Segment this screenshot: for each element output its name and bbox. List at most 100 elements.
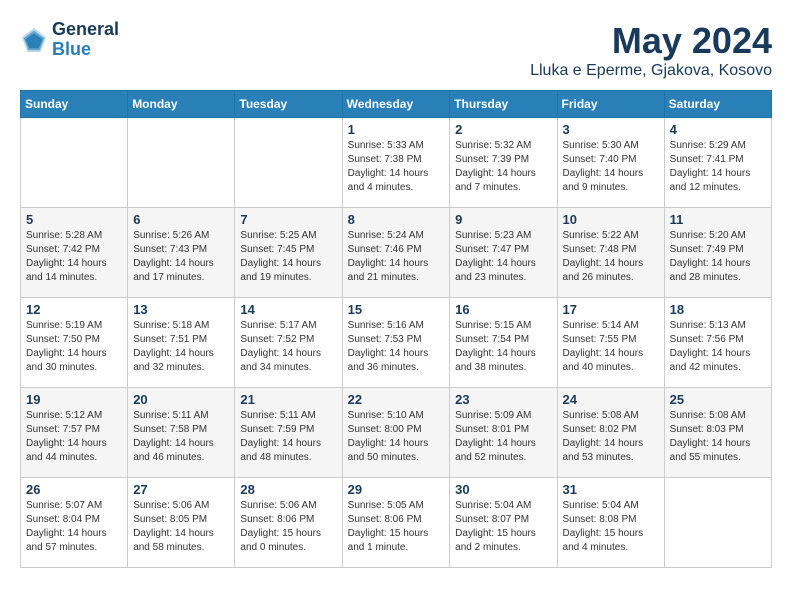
day-info: Sunrise: 5:13 AMSunset: 7:56 PMDaylight:…	[670, 319, 766, 375]
table-row: 1Sunrise: 5:33 AMSunset: 7:38 PMDaylight…	[342, 118, 450, 208]
day-info: Sunrise: 5:09 AMSunset: 8:01 PMDaylight:…	[455, 409, 551, 465]
header-tuesday: Tuesday	[235, 91, 342, 118]
calendar-week-row: 26 Sunrise: 5:07 AMSunset: 8:04 PMDayligh…	[21, 478, 772, 568]
day-info: Sunrise: 5:18 AMSunset: 7:51 PMDaylight:…	[133, 319, 229, 375]
calendar-week-row: 12 Sunrise: 5:19 AMSunset: 7:50 PMDayligh…	[21, 298, 772, 388]
table-row	[664, 478, 771, 568]
table-row: 28Sunrise: 5:06 AMSunset: 8:06 PMDayligh…	[235, 478, 342, 568]
day-number: 4	[670, 122, 766, 137]
day-info: Sunrise: 5:23 AMSunset: 7:47 PMDaylight:…	[455, 229, 551, 285]
day-info: Sunrise: 5:07 AMSunset: 8:04 PMDaylight:…	[26, 499, 122, 555]
day-number: 24	[563, 392, 659, 407]
table-row: 19 Sunrise: 5:12 AMSunset: 7:57 PMDayligh…	[21, 388, 128, 478]
day-number: 18	[670, 302, 766, 317]
day-number: 23	[455, 392, 551, 407]
header-thursday: Thursday	[450, 91, 557, 118]
day-info: Sunrise: 5:28 AMSunset: 7:42 PMDaylight:…	[26, 229, 122, 285]
table-row: 17Sunrise: 5:14 AMSunset: 7:55 PMDayligh…	[557, 298, 664, 388]
table-row: 29 Sunrise: 5:05 AMSunset: 8:06 PMDayligh…	[342, 478, 450, 568]
table-row: 24 Sunrise: 5:08 AMSunset: 8:02 PMDayligh…	[557, 388, 664, 478]
day-info: Sunrise: 5:16 AMSunset: 7:53 PMDaylight:…	[348, 319, 445, 375]
day-info: Sunrise: 5:04 AMSunset: 8:07 PMDaylight:…	[455, 499, 551, 555]
day-number: 29	[348, 482, 445, 497]
table-row: 31 Sunrise: 5:04 AMSunset: 8:08 PMDayligh…	[557, 478, 664, 568]
day-number: 8	[348, 212, 445, 227]
table-row: 22 Sunrise: 5:10 AMSunset: 8:00 PMDayligh…	[342, 388, 450, 478]
header-wednesday: Wednesday	[342, 91, 450, 118]
table-row: 18 Sunrise: 5:13 AMSunset: 7:56 PMDayligh…	[664, 298, 771, 388]
title-block: May 2024 Lluka e Eperme, Gjakova, Kosovo	[530, 20, 772, 80]
table-row: 7 Sunrise: 5:25 AMSunset: 7:45 PMDaylight…	[235, 208, 342, 298]
day-info: Sunrise: 5:08 AMSunset: 8:02 PMDaylight:…	[563, 409, 659, 465]
day-info: Sunrise: 5:30 AMSunset: 7:40 PMDaylight:…	[563, 139, 659, 195]
day-number: 11	[670, 212, 766, 227]
table-row	[21, 118, 128, 208]
day-info: Sunrise: 5:10 AMSunset: 8:00 PMDaylight:…	[348, 409, 445, 465]
day-info: Sunrise: 5:12 AMSunset: 7:57 PMDaylight:…	[26, 409, 122, 465]
day-number: 5	[26, 212, 122, 227]
day-number: 7	[240, 212, 336, 227]
table-row: 15 Sunrise: 5:16 AMSunset: 7:53 PMDayligh…	[342, 298, 450, 388]
table-row: 27 Sunrise: 5:06 AMSunset: 8:05 PMDayligh…	[128, 478, 235, 568]
table-row: 6Sunrise: 5:26 AMSunset: 7:43 PMDaylight…	[128, 208, 235, 298]
table-row: 4 Sunrise: 5:29 AMSunset: 7:41 PMDaylight…	[664, 118, 771, 208]
logo-icon	[20, 26, 48, 54]
table-row	[128, 118, 235, 208]
table-row: 30Sunrise: 5:04 AMSunset: 8:07 PMDayligh…	[450, 478, 557, 568]
day-number: 19	[26, 392, 122, 407]
table-row: 3Sunrise: 5:30 AMSunset: 7:40 PMDaylight…	[557, 118, 664, 208]
day-info: Sunrise: 5:24 AMSunset: 7:46 PMDaylight:…	[348, 229, 445, 285]
table-row: 5 Sunrise: 5:28 AMSunset: 7:42 PMDaylight…	[21, 208, 128, 298]
table-row: 13Sunrise: 5:18 AMSunset: 7:51 PMDayligh…	[128, 298, 235, 388]
day-number: 31	[563, 482, 659, 497]
day-number: 21	[240, 392, 336, 407]
day-info: Sunrise: 5:22 AMSunset: 7:48 PMDaylight:…	[563, 229, 659, 285]
day-number: 6	[133, 212, 229, 227]
day-info: Sunrise: 5:33 AMSunset: 7:38 PMDaylight:…	[348, 139, 445, 195]
table-row: 16Sunrise: 5:15 AMSunset: 7:54 PMDayligh…	[450, 298, 557, 388]
calendar-week-row: 19 Sunrise: 5:12 AMSunset: 7:57 PMDayligh…	[21, 388, 772, 478]
table-row: 9 Sunrise: 5:23 AMSunset: 7:47 PMDaylight…	[450, 208, 557, 298]
day-number: 26	[26, 482, 122, 497]
day-number: 16	[455, 302, 551, 317]
day-info: Sunrise: 5:11 AMSunset: 7:59 PMDaylight:…	[240, 409, 336, 465]
day-info: Sunrise: 5:05 AMSunset: 8:06 PMDaylight:…	[348, 499, 445, 555]
logo-text: General Blue	[52, 20, 119, 60]
calendar-week-row: 5 Sunrise: 5:28 AMSunset: 7:42 PMDaylight…	[21, 208, 772, 298]
table-row: 26 Sunrise: 5:07 AMSunset: 8:04 PMDayligh…	[21, 478, 128, 568]
header-monday: Monday	[128, 91, 235, 118]
day-number: 27	[133, 482, 229, 497]
day-info: Sunrise: 5:25 AMSunset: 7:45 PMDaylight:…	[240, 229, 336, 285]
table-row: 20 Sunrise: 5:11 AMSunset: 7:58 PMDayligh…	[128, 388, 235, 478]
day-number: 14	[240, 302, 336, 317]
location-title: Lluka e Eperme, Gjakova, Kosovo	[530, 62, 772, 80]
calendar-week-row: 1Sunrise: 5:33 AMSunset: 7:38 PMDaylight…	[21, 118, 772, 208]
day-info: Sunrise: 5:11 AMSunset: 7:58 PMDaylight:…	[133, 409, 229, 465]
day-number: 9	[455, 212, 551, 227]
day-info: Sunrise: 5:04 AMSunset: 8:08 PMDaylight:…	[563, 499, 659, 555]
table-row: 12 Sunrise: 5:19 AMSunset: 7:50 PMDayligh…	[21, 298, 128, 388]
calendar: Sunday Monday Tuesday Wednesday Thursday…	[20, 90, 772, 568]
table-row: 21 Sunrise: 5:11 AMSunset: 7:59 PMDayligh…	[235, 388, 342, 478]
day-info: Sunrise: 5:19 AMSunset: 7:50 PMDaylight:…	[26, 319, 122, 375]
header-friday: Friday	[557, 91, 664, 118]
day-number: 20	[133, 392, 229, 407]
day-info: Sunrise: 5:08 AMSunset: 8:03 PMDaylight:…	[670, 409, 766, 465]
logo: General Blue	[20, 20, 119, 60]
logo-line1: General	[52, 20, 119, 40]
table-row	[235, 118, 342, 208]
logo-line2: Blue	[52, 40, 119, 60]
day-info: Sunrise: 5:06 AMSunset: 8:05 PMDaylight:…	[133, 499, 229, 555]
header-saturday: Saturday	[664, 91, 771, 118]
table-row: 25 Sunrise: 5:08 AMSunset: 8:03 PMDayligh…	[664, 388, 771, 478]
day-info: Sunrise: 5:29 AMSunset: 7:41 PMDaylight:…	[670, 139, 766, 195]
calendar-header-row: Sunday Monday Tuesday Wednesday Thursday…	[21, 91, 772, 118]
table-row: 2Sunrise: 5:32 AMSunset: 7:39 PMDaylight…	[450, 118, 557, 208]
day-number: 15	[348, 302, 445, 317]
day-number: 25	[670, 392, 766, 407]
table-row: 10Sunrise: 5:22 AMSunset: 7:48 PMDayligh…	[557, 208, 664, 298]
day-number: 22	[348, 392, 445, 407]
day-number: 28	[240, 482, 336, 497]
day-number: 12	[26, 302, 122, 317]
table-row: 8 Sunrise: 5:24 AMSunset: 7:46 PMDaylight…	[342, 208, 450, 298]
